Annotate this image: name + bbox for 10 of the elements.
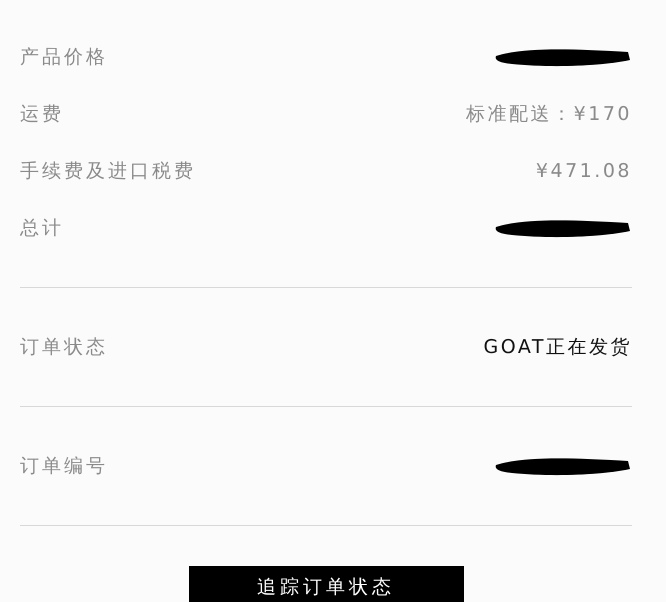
- row-value: GOAT正在发货: [484, 335, 632, 360]
- row-label: 产品价格: [20, 44, 108, 70]
- row-value: 标准配送：¥170: [466, 102, 632, 126]
- row-value: ¥471.08: [536, 160, 632, 182]
- row-label: 订单状态: [20, 335, 108, 360]
- row-label: 手续费及进口税费: [20, 158, 196, 184]
- row-label: 订单编号: [20, 454, 108, 479]
- track-order-button[interactable]: 追踪订单状态: [188, 566, 464, 602]
- row-label: 运费: [20, 102, 64, 126]
- row-label: 总计: [20, 216, 64, 240]
